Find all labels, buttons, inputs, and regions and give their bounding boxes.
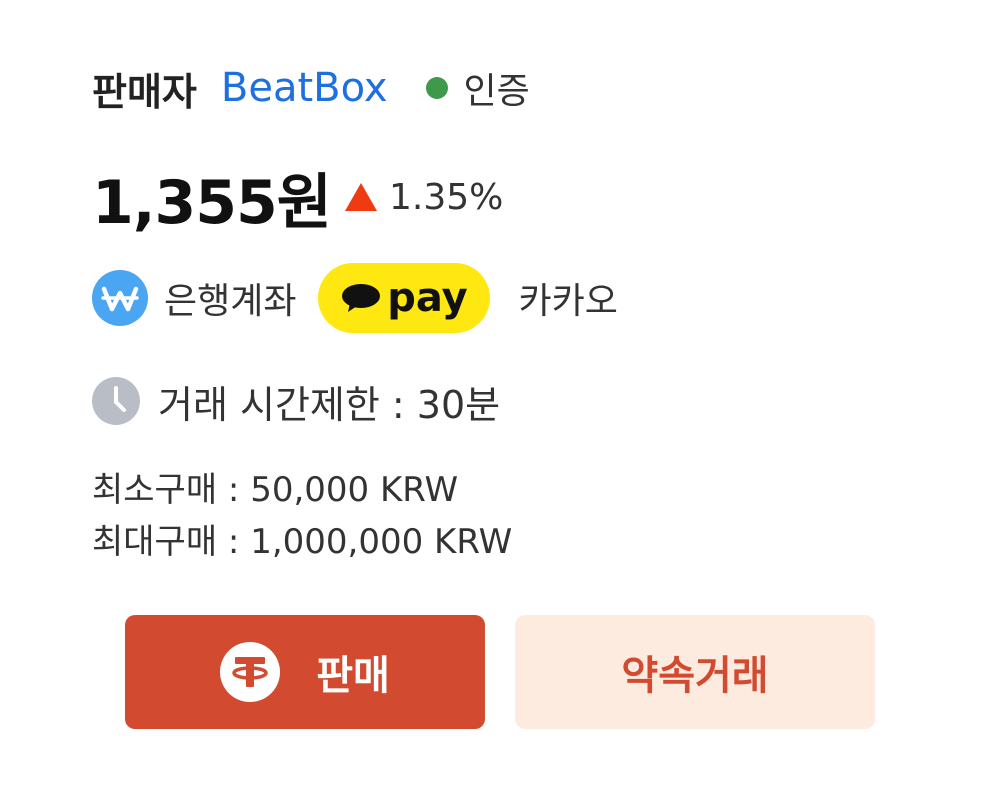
payment-methods: 은행계좌 pay 카카오 xyxy=(92,262,618,334)
promise-trade-button[interactable]: 약속거래 xyxy=(515,615,875,729)
won-icon xyxy=(92,270,148,326)
promise-trade-label: 약속거래 xyxy=(621,653,769,699)
seller-name-link[interactable]: BeatBox xyxy=(221,65,388,111)
min-purchase-label: 최소구매 : 50,000 KRW xyxy=(92,470,459,510)
time-limit-label: 거래 시간제한 : 30분 xyxy=(158,382,501,427)
kakaopay-text: pay xyxy=(387,275,468,321)
bank-account-label: 은행계좌 xyxy=(164,281,297,322)
kakaopay-logo: pay xyxy=(318,263,491,333)
speech-bubble-icon xyxy=(342,284,381,312)
kakao-label: 카카오 xyxy=(518,281,618,322)
sell-label: 판매 xyxy=(316,653,390,699)
seller-row: 판매자 BeatBox 인증 xyxy=(92,60,530,116)
price-value: 1,355원 xyxy=(92,167,332,238)
tether-icon xyxy=(220,642,281,702)
sell-button[interactable]: 판매 xyxy=(125,615,485,729)
verified-label: 인증 xyxy=(463,71,530,112)
price-row: 1,355원 1.35% xyxy=(92,162,504,238)
seller-label: 판매자 xyxy=(92,69,197,114)
price-change: 1.35% xyxy=(389,176,504,218)
verified-dot-icon xyxy=(425,77,448,99)
max-purchase-label: 최대구매 : 1,000,000 KRW xyxy=(92,522,513,562)
clock-icon xyxy=(92,377,140,425)
time-limit-row: 거래 시간제한 : 30분 xyxy=(92,374,500,428)
up-arrow-icon xyxy=(345,183,377,211)
